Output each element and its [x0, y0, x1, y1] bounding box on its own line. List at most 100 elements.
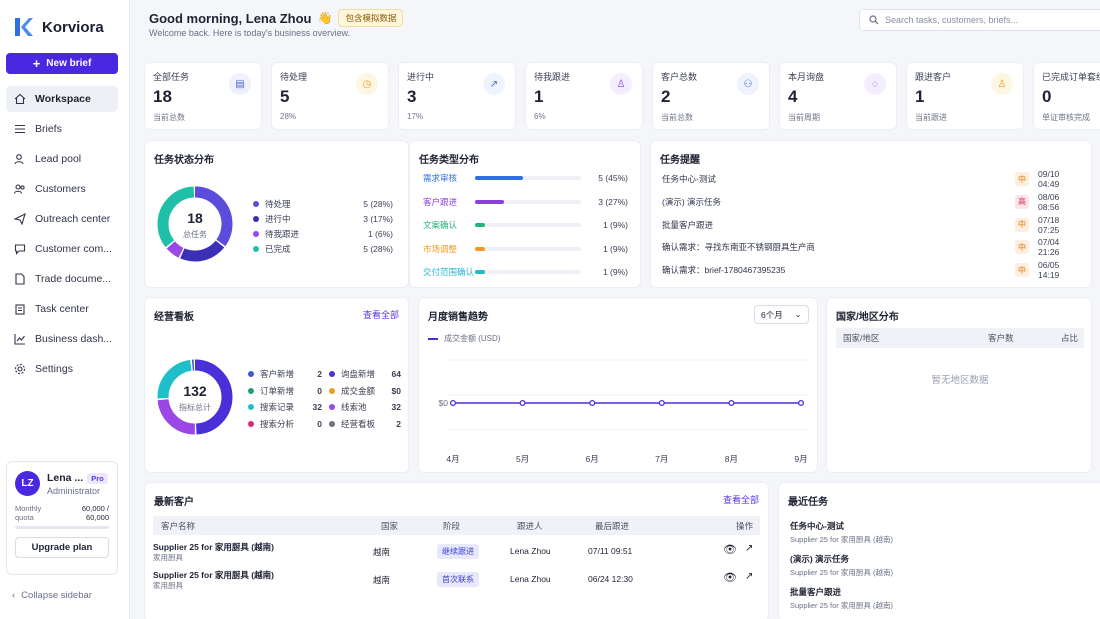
data-point[interactable]	[658, 399, 665, 407]
stat-card[interactable]: 本月询盘 4 当前周期 ◌	[779, 62, 897, 130]
sidebar-item-customers[interactable]: Customers	[6, 176, 118, 202]
sidebar-item-trade-docume[interactable]: Trade docume...	[6, 266, 118, 292]
col-share: 占比	[1061, 333, 1079, 343]
legend-dot	[329, 387, 335, 394]
users-icon: ⚇	[737, 73, 759, 95]
recent-task-item[interactable]: 批量客户跟进 Supplier 25 for 家用厨具 (越南)	[790, 586, 893, 611]
sidebar-item-lead-pool[interactable]: Lead pool	[6, 146, 118, 172]
col-last: 最后跟进	[595, 520, 630, 531]
type-bar	[475, 246, 485, 251]
avatar[interactable]: LZ	[15, 471, 40, 496]
type-bar	[475, 176, 524, 180]
stat-card[interactable]: 进行中 3 17% ↗	[398, 62, 516, 130]
logo[interactable]: Korviora	[0, 0, 129, 40]
x-tick-label: 7月	[655, 454, 668, 464]
sidebar-item-task-center[interactable]: Task center	[6, 296, 118, 322]
legend-value: 0	[317, 385, 322, 396]
type-label: 需求审核	[423, 173, 458, 183]
reminder-date: 07/18 07:25	[1038, 214, 1060, 235]
type-track	[475, 176, 581, 180]
reminder-item[interactable]: 任务中心-测试 中 09/10 04:49	[662, 169, 1082, 189]
reminder-item[interactable]: 批量客户跟进 中 07/18 07:25	[662, 214, 1082, 235]
stat-card[interactable]: 已完成订单套组 0 单证审核完成	[1033, 62, 1100, 130]
external-link-icon[interactable]: ↗	[745, 543, 753, 554]
table-row[interactable]: Supplier 25 for 家用厨具 (越南) 家用厨具 越南 首次联系 L…	[153, 569, 760, 595]
legend-dot	[253, 201, 259, 207]
quota-value: 60,000 / 60,000	[81, 504, 109, 522]
legend-dot	[253, 216, 259, 222]
user-check-icon: ♙	[991, 73, 1013, 95]
sidebar-item-outreach-center[interactable]: Outreach center	[6, 206, 118, 232]
region-empty-state: 暂无地区数据	[931, 375, 989, 386]
sidebar-item-business-dash[interactable]: Business dash...	[6, 326, 118, 352]
task-title: 批量客户跟进	[790, 587, 842, 597]
customer-category: 家用厨具	[153, 581, 183, 590]
stat-label: 已完成订单套组	[1042, 72, 1100, 82]
stat-card[interactable]: 跟进客户 1 当前跟进 ♙	[906, 62, 1024, 130]
data-point[interactable]	[797, 399, 805, 407]
sidebar-item-customer-com[interactable]: Customer com...	[6, 236, 118, 262]
data-point[interactable]	[519, 399, 526, 407]
table-row[interactable]: Supplier 25 for 家用厨具 (越南) 家用厨具 越南 继续跟进 L…	[153, 541, 760, 567]
search-input[interactable]: Search tasks, customers, briefs...	[859, 9, 1100, 31]
sidebar-item-workspace[interactable]: Workspace	[6, 86, 118, 112]
sidebar-item-label: Workspace	[35, 93, 91, 105]
data-point[interactable]	[589, 399, 596, 407]
legend-label: 成交金额 (USD)	[444, 334, 501, 343]
document-icon	[15, 273, 25, 285]
legend-dot	[248, 420, 254, 427]
sidebar-item-briefs[interactable]: Briefs	[6, 116, 118, 142]
status-legend-item: 已完成 5 (28%)	[253, 243, 393, 255]
legend-label: 已完成	[265, 244, 291, 254]
priority-badge: 高	[1015, 194, 1029, 209]
eye-icon[interactable]: 👁	[723, 543, 737, 556]
arrow-up-right-icon: ↗	[483, 73, 505, 95]
stage-badge: 继续跟进	[437, 544, 479, 559]
legend-dot	[329, 404, 335, 410]
x-tick-label: 6月	[586, 454, 599, 464]
stat-card[interactable]: 客户总数 2 当前总数 ⚇	[652, 62, 770, 130]
stat-sub: 当前总数	[661, 113, 693, 122]
view-all-link[interactable]: 查看全部	[723, 493, 759, 506]
status-total-label: 总任务	[183, 230, 207, 239]
sidebar-item-settings[interactable]: Settings	[6, 356, 118, 382]
gear-icon	[14, 363, 26, 375]
sidebar-item-label: Trade docume...	[35, 273, 112, 285]
recent-task-item[interactable]: (演示) 演示任务 Supplier 25 for 家用厨具 (越南)	[790, 553, 893, 578]
legend-label: 订单新增	[260, 385, 295, 396]
external-link-icon[interactable]: ↗	[745, 571, 753, 582]
type-value: 1 (9%)	[602, 220, 628, 230]
card-title: 国家/地区分布	[836, 312, 899, 323]
eye-icon[interactable]: 👁	[723, 571, 737, 584]
search-icon	[869, 15, 879, 25]
period-select[interactable]: 6个月 ⌄	[754, 305, 809, 324]
operations-legend-item: 成交金额 $0	[329, 385, 401, 397]
operations-legend-item: 搜索分析 0	[248, 418, 322, 430]
recent-task-item[interactable]: 任务中心-测试 Supplier 25 for 家用厨具 (越南)	[790, 520, 893, 545]
col-region: 国家/地区	[843, 333, 880, 343]
new-brief-button[interactable]: + New brief	[6, 53, 118, 74]
chevron-left-icon: ‹	[12, 590, 16, 601]
card-title: 最近任务	[788, 497, 828, 508]
reminder-item[interactable]: 确认需求：brief-1780467395235 中 06/05 14:19	[662, 260, 1082, 280]
legend-label: 待处理	[265, 199, 291, 209]
stat-sub: 单证审核完成	[1042, 113, 1090, 122]
reminder-item[interactable]: (演示) 演示任务 高 08/06 08:56	[662, 192, 1082, 212]
sidebar-item-label: Task center	[35, 303, 89, 315]
upgrade-plan-button[interactable]: Upgrade plan	[15, 537, 109, 558]
x-tick-label: 4月	[446, 454, 459, 464]
region-table-header: 国家/地区 客户数 占比	[836, 328, 1084, 348]
view-all-link[interactable]: 查看全部	[363, 308, 399, 321]
reminder-item[interactable]: 确认需求：寻找东南亚不锈钢厨具生产商 中 07/04 21:26	[662, 237, 1082, 257]
data-point[interactable]	[728, 399, 735, 407]
stat-card[interactable]: 待我跟进 1 6% ♙	[525, 62, 643, 130]
col-country: 国家	[381, 520, 399, 531]
data-point[interactable]	[449, 399, 457, 407]
stat-card[interactable]: 全部任务 18 当前总数 ▤	[144, 62, 262, 130]
stat-card[interactable]: 待处理 5 28% ◷	[271, 62, 389, 130]
legend-label: 成交金额	[341, 385, 376, 396]
stat-value: 0	[1042, 87, 1052, 106]
card-title: 月度销售趋势	[428, 312, 488, 323]
app-name: Korviora	[42, 18, 104, 36]
collapse-sidebar-button[interactable]: ‹ Collapse sidebar	[12, 590, 92, 601]
